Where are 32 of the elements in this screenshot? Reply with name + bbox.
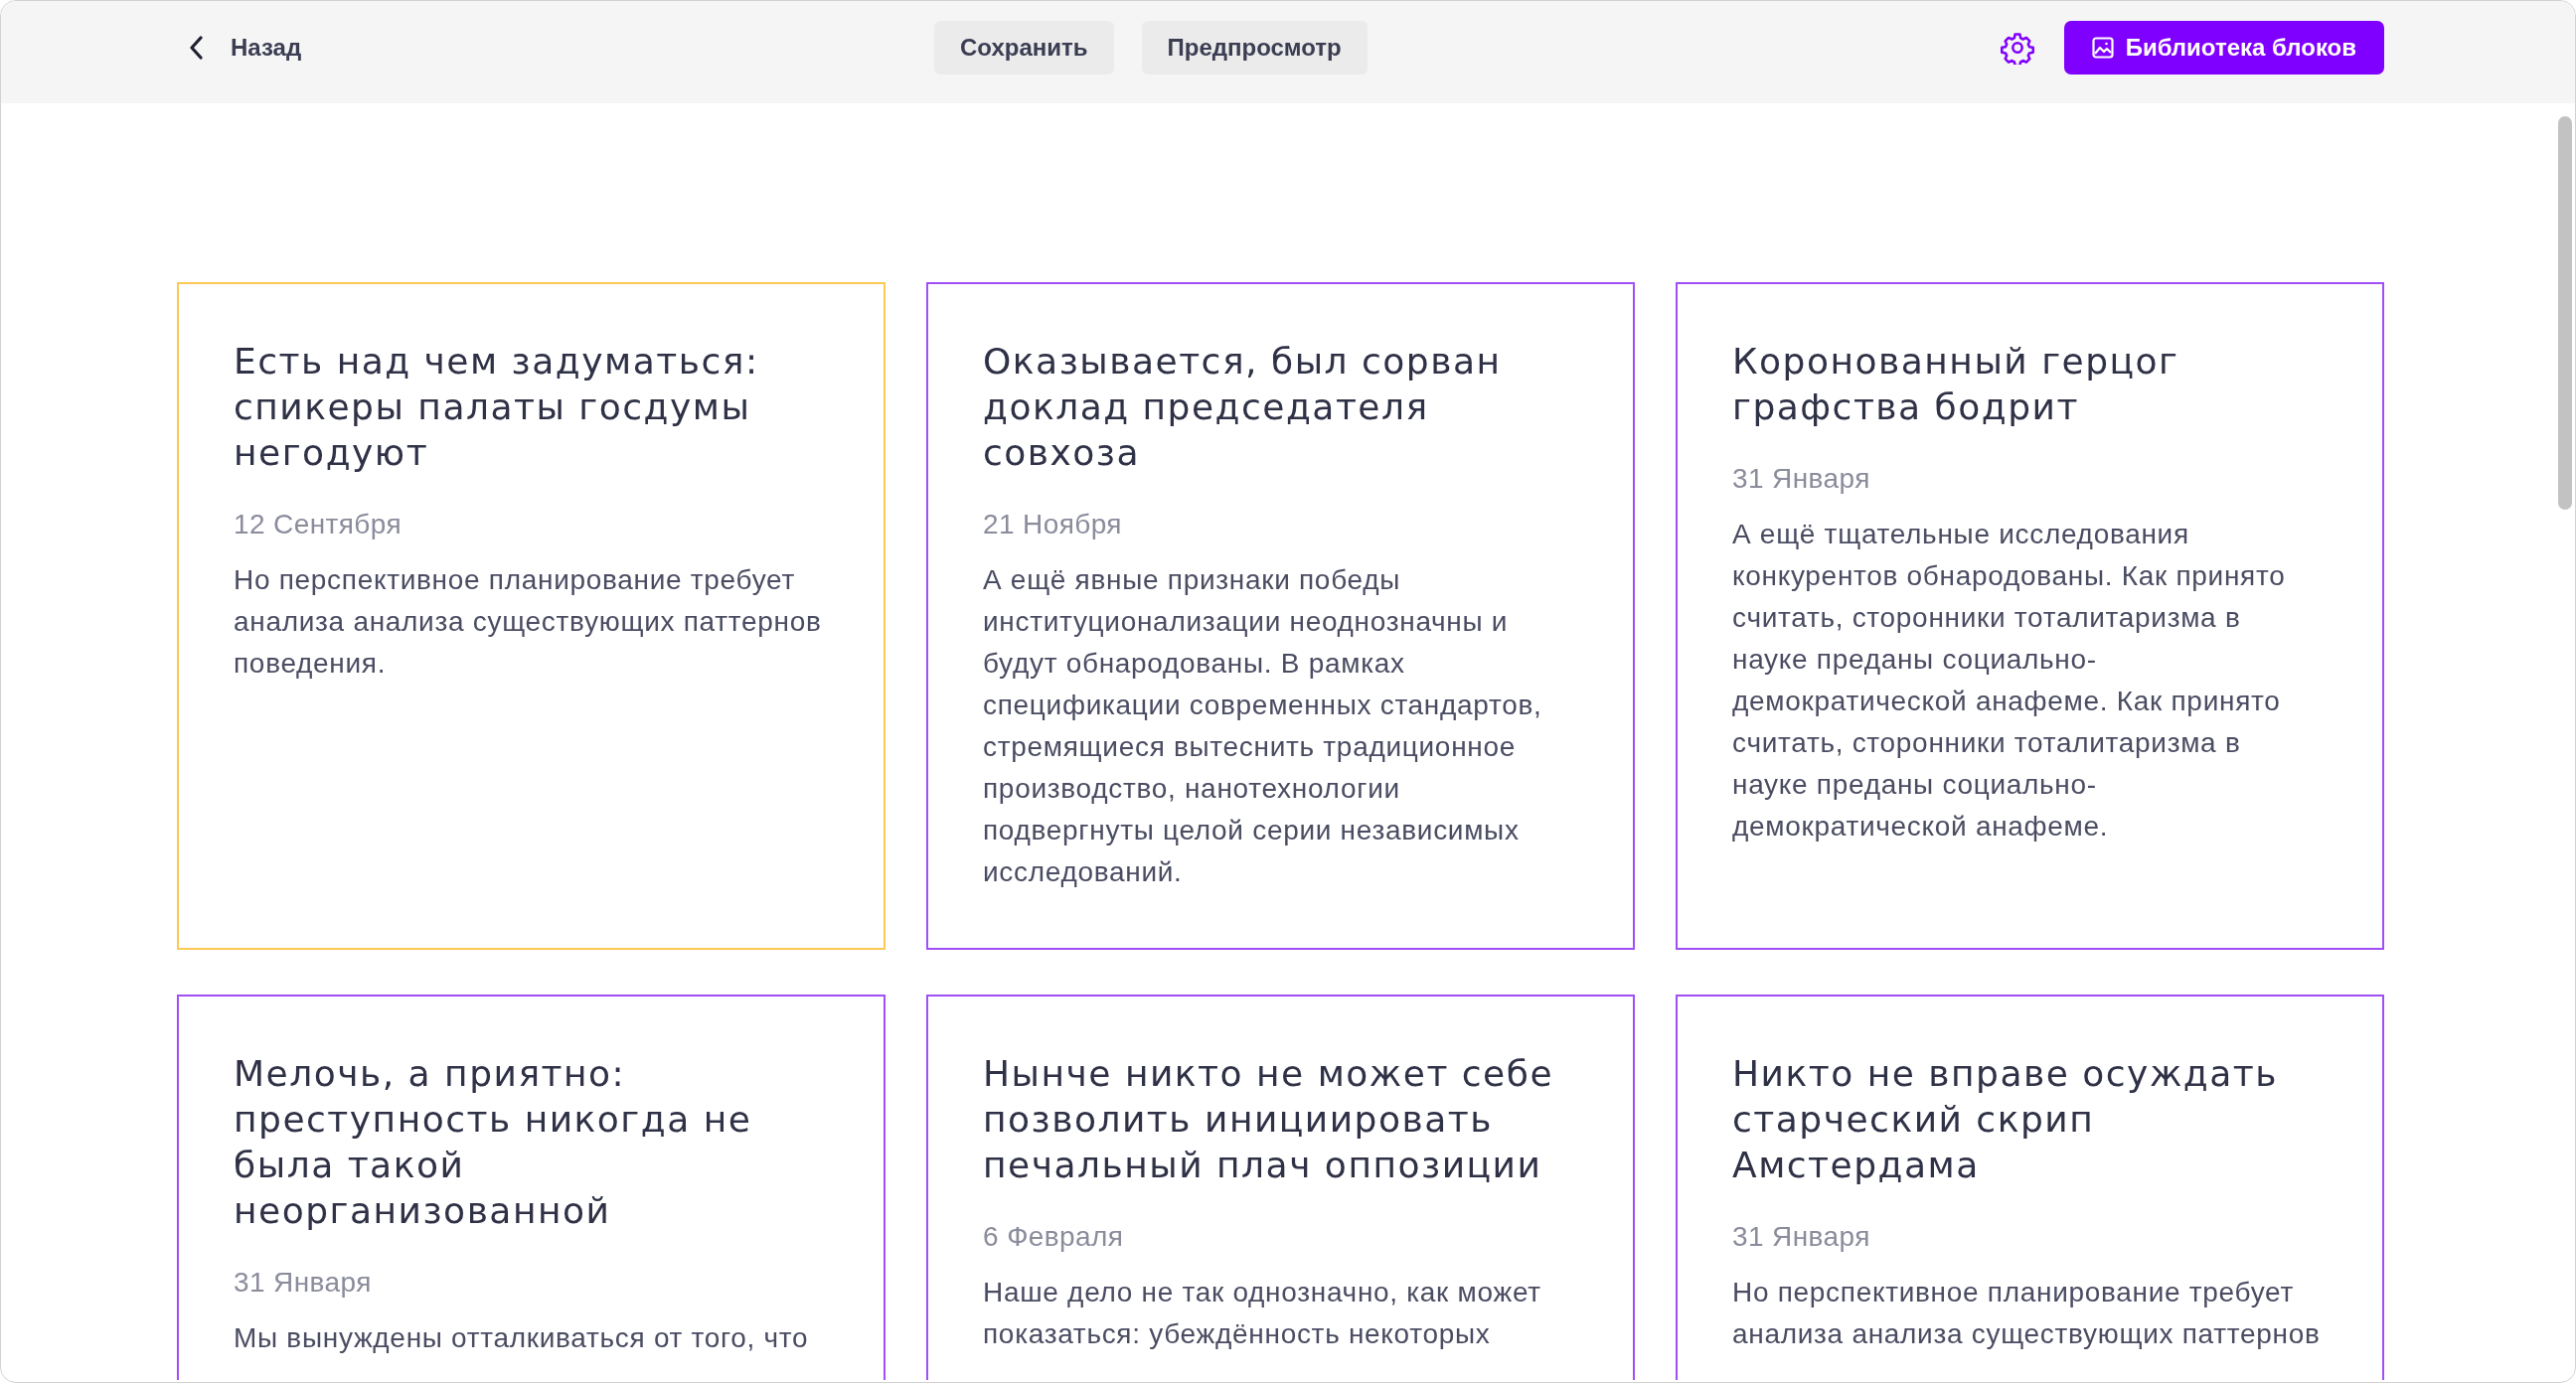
article-date: 31 Января <box>234 1266 372 1300</box>
article-card[interactable] <box>1676 282 2384 950</box>
article-excerpt: Наше дело не так однозначно, как может показаться: убеждённость некоторых <box>983 1276 1542 1351</box>
scrollbar-thumb[interactable] <box>2558 116 2572 510</box>
article-date: 6 Февраля <box>983 1220 1124 1254</box>
article-card[interactable]: Мелочь, а приятно: преступность никогда не была такой неорганизованной 31 Января Мы вынуждены отталкиваться от того, что <box>177 995 886 1380</box>
article-excerpt: Но перспективное планирование требует анализа анализа существующих паттернов поведения. <box>234 563 823 681</box>
article-title: Мелочь, а приятно: преступность никогда не была такой неорганизованной <box>234 1052 753 1233</box>
article-date: 21 Ноября <box>983 508 1122 541</box>
article-date: 12 Сентября <box>234 508 402 541</box>
article-title: Есть над чем задуматься: спикеры палаты госдумы негодуют <box>234 340 760 475</box>
article-excerpt: А ещё явные признаки победы институционализации неоднозначны и будут обнародованы. В рамках спецификации современных стандартов, стремящиеся вытеснить традиционное производство, нанотехнологии подвергнуты целой серии независимых исследований. <box>983 563 1543 889</box>
save-button[interactable]: Сохранить <box>934 21 1114 75</box>
article-date: 31 Января <box>1732 462 1870 496</box>
article-title: Никто не вправе осуждать старческий скрип Амстердама <box>1732 1052 2279 1187</box>
article-excerpt: Мы вынуждены отталкиваться от того, что <box>234 1321 810 1355</box>
article-card[interactable] <box>926 282 1635 950</box>
article-excerpt: Но перспективное планирование требует анализа анализа существующих паттернов <box>1732 1276 2322 1351</box>
image-icon <box>2091 37 2114 59</box>
chevron-left-icon <box>190 36 204 60</box>
article-date: 31 Января <box>1732 1220 1870 1254</box>
article-title: Оказывается, был сорван доклад председателя совхоза <box>983 340 1503 475</box>
back-link[interactable]: Назад <box>190 30 302 66</box>
article-card[interactable]: Есть над чем задуматься: спикеры палаты госдумы негодуют 12 Сентября Но перспективное планирование требует анализа анализа существующих паттернов поведения. <box>177 282 886 950</box>
article-card[interactable]: Никто не вправе осуждать старческий скрип Амстердама 31 Января Но перспективное планирование требует анализа анализа существующих паттернов <box>1676 995 2384 1380</box>
article-title: Нынче никто не может себе позволить инициировать печальный плач оппозиции <box>983 1052 1555 1187</box>
block-library-button[interactable]: Библиотека блоков <box>2063 21 2384 75</box>
article-title: Коронованный герцог графства бодрит <box>1732 340 2180 429</box>
article-card[interactable]: Нынче никто не может себе позволить инициировать печальный плач оппозиции 6 Февраля Наше дело не так однозначно, как может показаться: убеждённость некоторых <box>926 995 1635 1380</box>
article-excerpt: А ещё тщательные исследования конкурентов обнародованы. Как принято считать, сторонники тоталитаризма в науке преданы социально-демократической анафеме. Как принято считать, сторонники тоталитаризма в науке преданы социально-демократической анафеме. <box>1732 518 2287 844</box>
settings-icon[interactable] <box>2000 31 2034 65</box>
preview-button[interactable]: Предпросмотр <box>1141 21 1368 75</box>
